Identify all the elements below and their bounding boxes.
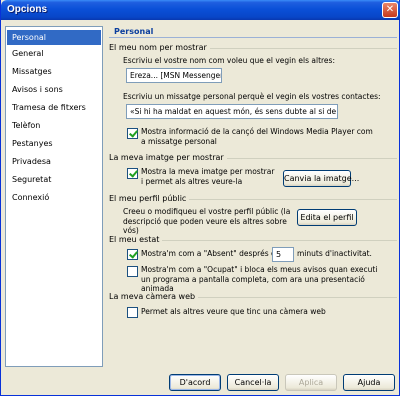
away-checkbox[interactable] xyxy=(127,249,138,260)
webcam-label: Permet als altres veure que tinc una càm… xyxy=(141,307,326,316)
personal-message-prompt: Escriviu un missatge personal perquè el … xyxy=(123,92,381,101)
away-prefix-label: Mostra'm com a "Absent" després de xyxy=(141,249,281,258)
cancel-button[interactable]: Cancel·la xyxy=(227,374,279,391)
close-button[interactable]: ✕ xyxy=(382,2,398,18)
personal-panel: Personal El meu nom per mostrar Escriviu… xyxy=(109,26,397,367)
sidebar-item-messages[interactable]: Missatges xyxy=(7,64,101,79)
sidebar-item-general[interactable]: General xyxy=(7,46,101,61)
away-suffix-label: minuts d'inactivitat. xyxy=(297,249,372,258)
display-name-prompt: Escriviu el vostre nom com voleu que el … xyxy=(123,56,335,65)
sidebar-item-privacy[interactable]: Privadesa xyxy=(7,154,101,169)
apply-button[interactable]: Aplica xyxy=(285,374,337,391)
profile-description: Creeu o modifiqueu el vostre perfil públ… xyxy=(123,207,291,235)
panel-title: Personal xyxy=(109,26,397,38)
section-webcam: La meva càmera web xyxy=(109,292,397,302)
sidebar-item-security[interactable]: Seguretat xyxy=(7,172,101,187)
change-picture-button[interactable]: Canvia la imatge... xyxy=(283,170,359,187)
ok-button[interactable]: D'acord xyxy=(169,374,221,391)
section-public-profile: El meu perfil públic xyxy=(109,194,397,204)
show-picture-label: Mostra la meva imatge per mostrar i perm… xyxy=(141,167,275,186)
show-picture-checkbox[interactable] xyxy=(127,168,138,179)
close-icon: ✕ xyxy=(385,4,395,15)
away-minutes-input[interactable]: 5 xyxy=(272,247,294,262)
show-song-checkbox[interactable] xyxy=(127,128,138,139)
sidebar-item-alerts-sounds[interactable]: Avisos i sons xyxy=(7,82,101,97)
window-title: Opcions xyxy=(7,4,48,15)
help-button[interactable]: Ajuda xyxy=(343,374,395,391)
sidebar-item-file-transfer[interactable]: Tramesa de fitxers xyxy=(7,100,101,115)
section-display-name: El meu nom per mostrar xyxy=(109,43,397,53)
section-status: El meu estat xyxy=(109,235,397,245)
display-name-input[interactable]: Ereza... [MSN Messenger xyxy=(126,68,222,83)
webcam-checkbox[interactable] xyxy=(127,307,138,318)
sidebar-item-personal[interactable]: Personal xyxy=(7,30,101,45)
sidebar-item-phone[interactable]: Telèfon xyxy=(7,118,101,133)
personal-message-input[interactable]: «Si hi ha maldat en aquest món, és sens … xyxy=(126,104,338,119)
sidebar-item-connection[interactable]: Connexió xyxy=(7,190,101,205)
options-window: Opcions ✕ Personal General Missatges Avi… xyxy=(0,0,400,396)
busy-label: Mostra'm com a "Ocupat" i bloca els meus… xyxy=(141,265,378,293)
title-bar[interactable]: Opcions ✕ xyxy=(1,0,400,20)
show-song-label: Mostra informació de la cançó del Window… xyxy=(141,127,373,146)
category-list: Personal General Missatges Avisos i sons… xyxy=(5,26,103,367)
sidebar-item-tabs[interactable]: Pestanyes xyxy=(7,136,101,151)
busy-checkbox[interactable] xyxy=(127,266,138,277)
section-display-picture: La meva imatge per mostrar xyxy=(109,153,397,163)
edit-profile-button[interactable]: Edita el perfil xyxy=(297,209,357,226)
